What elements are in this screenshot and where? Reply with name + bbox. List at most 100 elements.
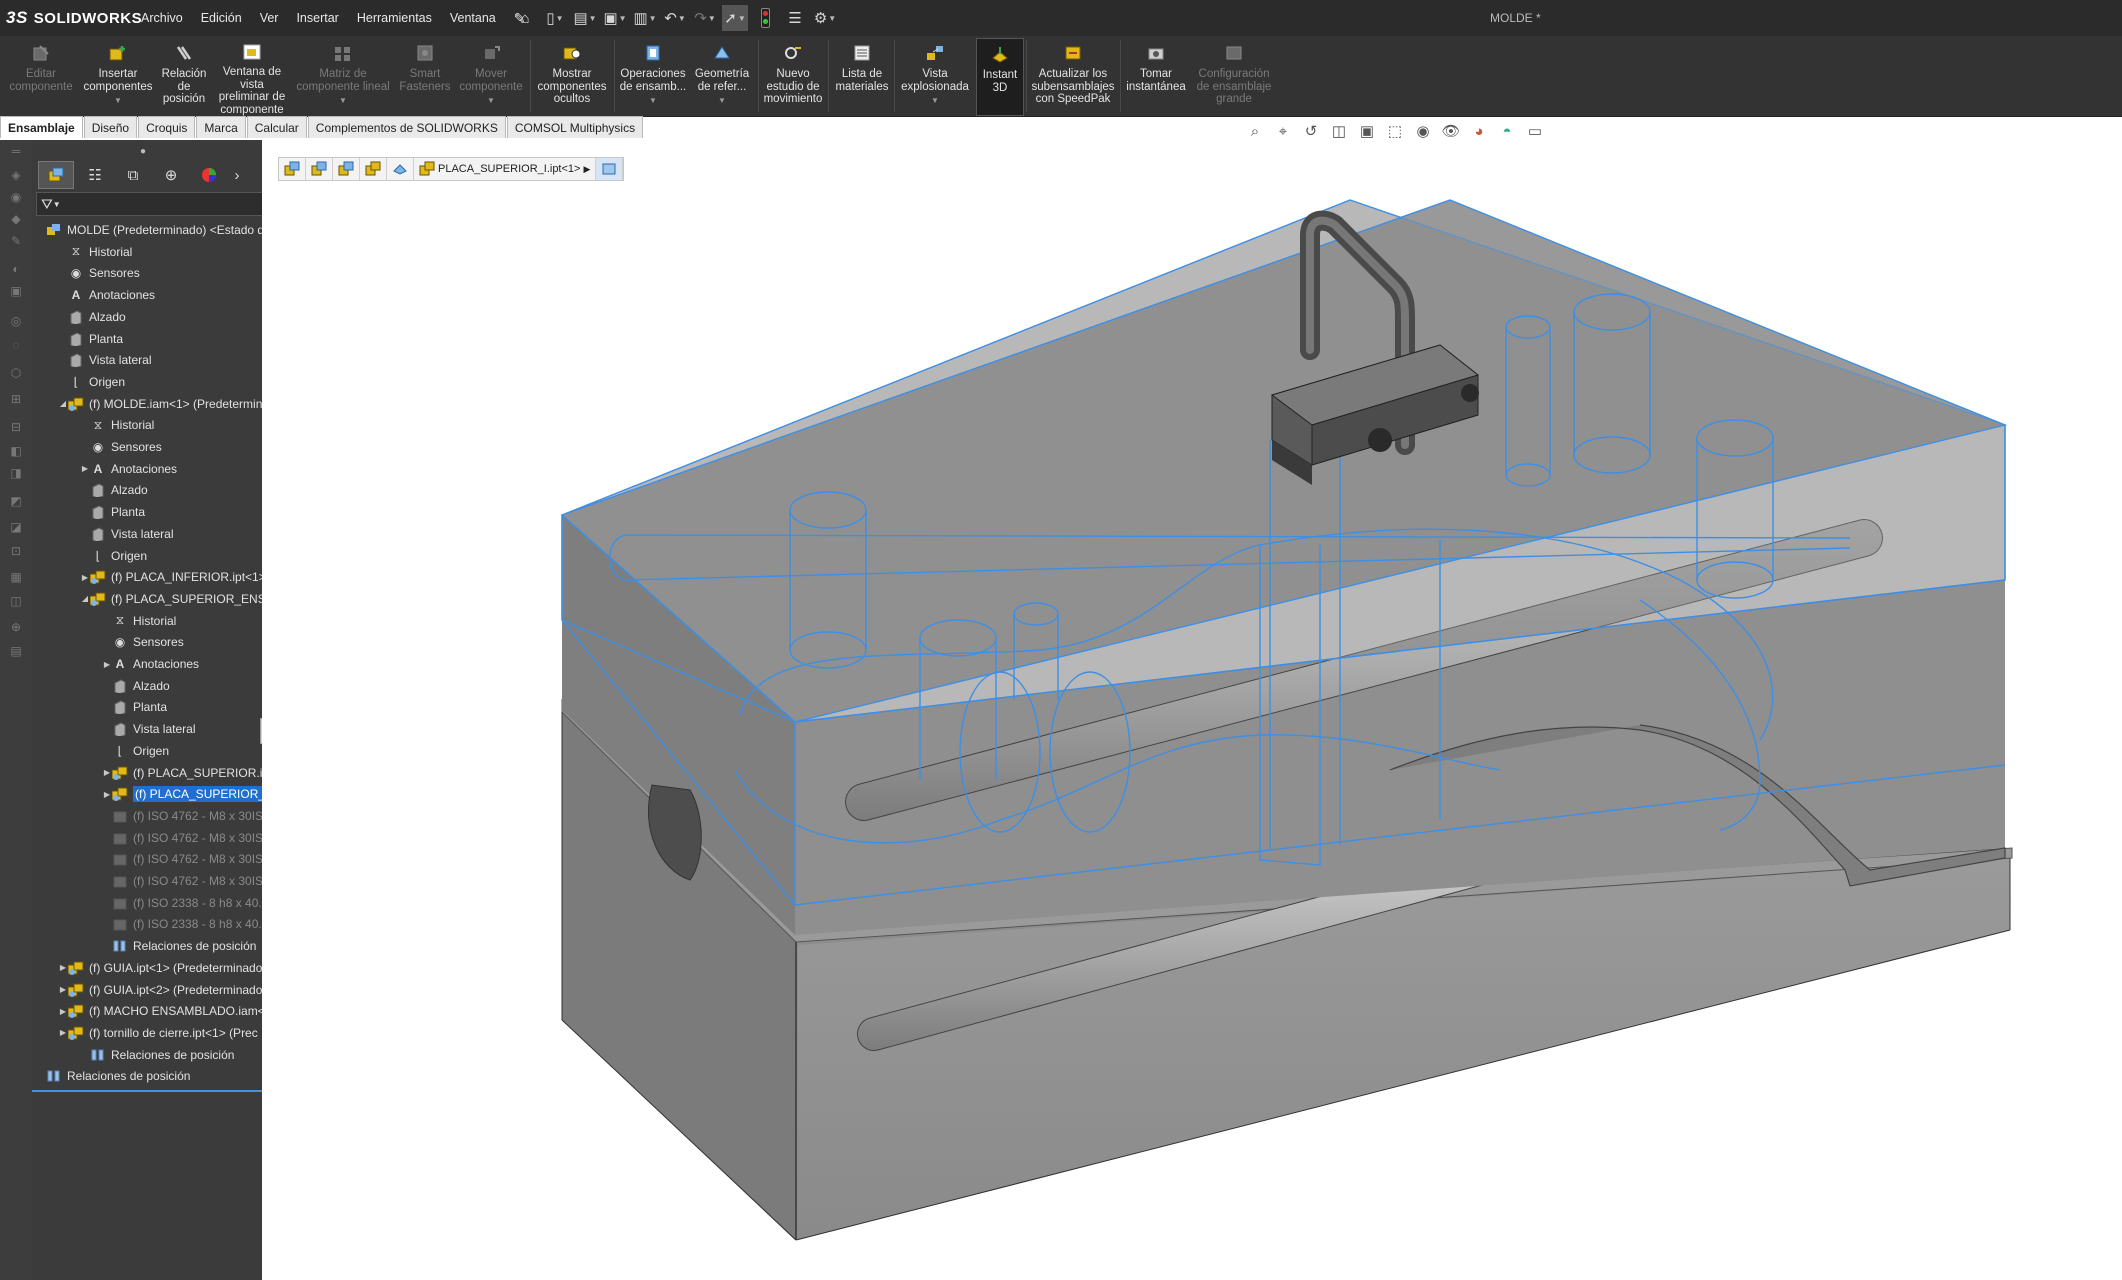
chevron-right-icon[interactable]: ▶ [102, 660, 112, 669]
solidworks-logo[interactable]: 3S SOLIDWORKS [6, 6, 142, 30]
editar-componente-button[interactable]: Editar componente [4, 38, 78, 114]
strip-icon[interactable]: ◫ [7, 594, 25, 608]
chevron-right-icon[interactable]: ▶ [58, 1007, 68, 1016]
matriz-componente-lineal-button[interactable]: Matriz de componente lineal ▼ [294, 38, 392, 114]
geometria-referencia-button[interactable]: Geometría de refer... ▼ [690, 38, 754, 114]
actualizar-speedpak-button[interactable]: Actualizar los subensamblajes con SpeedP… [1030, 38, 1116, 114]
section-view-icon[interactable]: ◫ [1328, 120, 1350, 142]
menu-insertar[interactable]: Insertar [287, 11, 347, 25]
previous-view-icon[interactable]: ↺ [1300, 120, 1322, 142]
strip-icon[interactable]: ◌ [7, 338, 25, 352]
chevron-down-icon[interactable]: ▼ [718, 95, 726, 108]
chevron-down-icon[interactable]: ◢ [80, 594, 90, 603]
chevron-down-icon[interactable]: ▼ [649, 95, 657, 108]
tree-item[interactable]: ⌊ Origen [32, 372, 288, 392]
select-icon[interactable]: ➚ ▼ [722, 5, 748, 31]
display-manager-tab-icon[interactable] [192, 162, 226, 188]
chevron-right-icon[interactable]: › [230, 162, 244, 188]
instant-3d-button[interactable]: Instant 3D [976, 38, 1024, 116]
chevron-down-icon[interactable]: ▼ [114, 95, 122, 108]
tree-item[interactable]: MOLDE (Predeterminado) <Estado de vis [32, 220, 266, 240]
tree-item[interactable]: Relaciones de posición [32, 1066, 266, 1086]
print-icon[interactable]: ▥ ▼ [632, 5, 658, 31]
tree-item[interactable]: ◢ (f) MOLDE.iam<1> (Predeterminado [32, 394, 288, 414]
zoom-area-icon[interactable]: ⌖ [1272, 120, 1294, 142]
edit-appearance-icon[interactable]: ◕ [1468, 120, 1490, 142]
menu-herramientas[interactable]: Herramientas [348, 11, 441, 25]
strip-icon[interactable]: ▤ [7, 644, 25, 658]
vista-preliminar-componente-button[interactable]: Ventana de vista preliminar de component… [214, 38, 290, 116]
configuration-manager-tab-icon[interactable]: ⧉ [116, 162, 150, 188]
strip-icon[interactable]: ◩ [7, 494, 25, 508]
new-document-icon[interactable]: ▯ ▼ [542, 5, 568, 31]
tree-item[interactable]: Alzado [32, 307, 288, 327]
strip-icon[interactable]: ═ [7, 144, 25, 158]
tree-item[interactable]: Planta [32, 329, 288, 349]
feature-tree-tab-icon[interactable] [38, 161, 74, 189]
nuevo-estudio-movimiento-button[interactable]: Nuevo estudio de movimiento [760, 38, 826, 114]
chevron-right-icon[interactable]: ▶ [58, 1028, 68, 1037]
strip-icon[interactable]: ◆ [7, 212, 25, 226]
strip-icon[interactable]: ⊡ [7, 544, 25, 558]
file-properties-icon[interactable]: ☰ [782, 5, 808, 31]
tab-marca[interactable]: Marca [196, 116, 246, 138]
chevron-down-icon[interactable]: ◢ [58, 399, 68, 408]
operaciones-ensamblaje-button[interactable]: Operaciones de ensamb... ▼ [618, 38, 688, 114]
menu-ver[interactable]: Ver [251, 11, 288, 25]
tree-item[interactable]: ⧖ Historial [32, 242, 288, 262]
tomar-instantanea-button[interactable]: Tomar instantánea [1124, 38, 1188, 114]
relacion-posicion-button[interactable]: Relación de posición [158, 38, 210, 114]
chevron-right-icon[interactable]: ▶ [58, 985, 68, 994]
tree-item[interactable]: ▶ (f) tornillo de cierre.ipt<1> (Prec [32, 1023, 288, 1043]
mover-componente-button[interactable]: Mover componente ▼ [458, 38, 524, 114]
redo-icon[interactable]: ↷ ▼ [692, 5, 718, 31]
tree-item[interactable]: ◉ Sensores [32, 263, 288, 283]
chevron-right-icon[interactable]: ▶ [102, 790, 112, 799]
vista-explosionada-button[interactable]: Vista explosionada ▼ [898, 38, 972, 114]
configuracion-ensamblaje-grande-button[interactable]: Configuración de ensamblaje grande [1192, 38, 1276, 114]
menu-edicion[interactable]: Edición [192, 11, 251, 25]
menu-archivo[interactable]: Archivo [132, 11, 192, 25]
open-icon[interactable]: ▤ ▼ [572, 5, 598, 31]
chevron-right-icon[interactable]: ▶ [58, 963, 68, 972]
strip-icon[interactable]: ◈ [7, 168, 25, 182]
strip-icon[interactable]: ⊕ [7, 620, 25, 634]
property-manager-tab-icon[interactable]: ☷ [78, 162, 112, 188]
strip-icon[interactable]: ▣ [7, 284, 25, 298]
traffic-light-icon[interactable] [752, 5, 778, 31]
view-settings-icon[interactable]: ▭ [1524, 120, 1546, 142]
insertar-componentes-button[interactable]: Insertar componentes ▼ [80, 38, 156, 114]
chevron-down-icon[interactable]: ▼ [931, 95, 939, 108]
strip-icon[interactable]: ⊞ [7, 392, 25, 406]
menu-ventana[interactable]: Ventana [441, 11, 505, 25]
tab-croquis[interactable]: Croquis [138, 116, 196, 138]
mold-assembly-model[interactable] [262, 140, 2122, 1280]
display-style-icon[interactable]: ◉ [1412, 120, 1434, 142]
chevron-down-icon[interactable]: ▼ [339, 95, 347, 108]
strip-icon[interactable]: ◐ [7, 262, 25, 276]
tree-item[interactable]: ▶ (f) GUIA.ipt<1> (Predeterminado [32, 958, 288, 978]
home-icon[interactable]: ⌂ [512, 5, 538, 31]
panel-grip[interactable]: ● [140, 146, 146, 157]
dynamic-annotation-icon[interactable]: ▣ [1356, 120, 1378, 142]
strip-icon[interactable]: ◉ [7, 190, 25, 204]
strip-icon[interactable]: ◨ [7, 466, 25, 480]
chevron-right-icon[interactable]: ▶ [102, 768, 112, 777]
strip-icon[interactable]: ⊟ [7, 420, 25, 434]
tab-diseno[interactable]: Diseño [83, 116, 138, 138]
tab-comsol[interactable]: COMSOL Multiphysics [506, 116, 644, 138]
strip-icon[interactable]: ⬡ [7, 366, 25, 380]
tab-calcular[interactable]: Calcular [246, 116, 307, 138]
tree-item[interactable]: ▶ (f) MACHO ENSAMBLADO.iam< [32, 1001, 288, 1021]
chevron-right-icon[interactable]: ▶ [80, 464, 90, 473]
strip-icon[interactable]: ◎ [7, 314, 25, 328]
apply-scene-icon[interactable]: ◓ [1496, 120, 1518, 142]
save-icon[interactable]: ▣ ▼ [602, 5, 628, 31]
strip-icon[interactable]: ◧ [7, 444, 25, 458]
smart-fasteners-button[interactable]: Smart Fasteners [396, 38, 454, 114]
tree-item[interactable]: Vista lateral [32, 350, 288, 370]
zoom-to-fit-icon[interactable]: ⌕ [1244, 120, 1266, 142]
strip-icon[interactable]: ◪ [7, 520, 25, 534]
tree-item[interactable]: A Anotaciones [32, 285, 288, 305]
options-gear-icon[interactable]: ⚙ ▼ [812, 5, 838, 31]
